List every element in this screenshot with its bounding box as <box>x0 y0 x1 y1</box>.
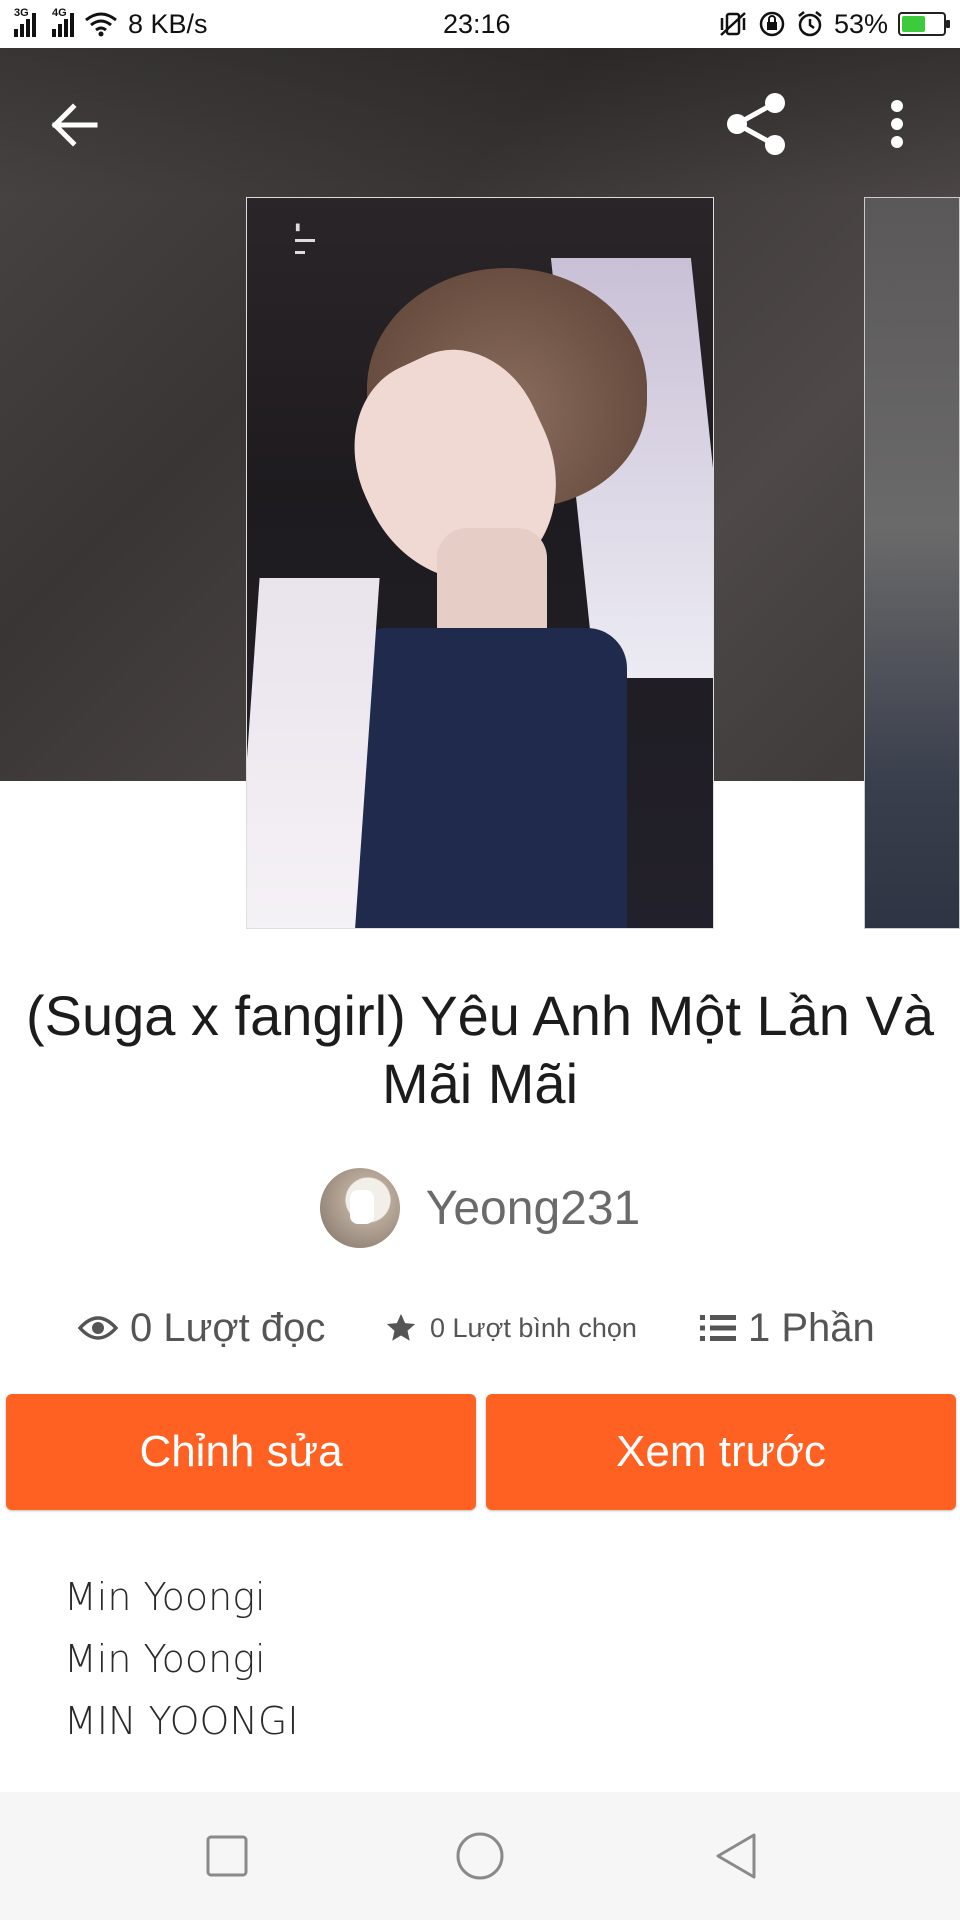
wifi-icon <box>85 12 117 37</box>
share-icon <box>727 93 785 155</box>
square-icon <box>206 1835 248 1877</box>
rotation-lock-icon <box>759 11 785 37</box>
book-cover-image[interactable]: ▮ ▬▬ ▬ <box>246 197 714 929</box>
battery-percent: 53% <box>833 8 888 39</box>
votes-count: 0 Lượt bình chọn <box>430 1312 637 1343</box>
recent-apps-button[interactable] <box>191 1820 263 1892</box>
status-bar: 3G 4G 8 KB/s 23:16 53% <box>0 0 960 48</box>
eye-icon <box>78 1316 118 1340</box>
back-button[interactable] <box>44 95 104 155</box>
network-speed: 8 KB/s <box>128 8 208 39</box>
parts-count: 1 Phần <box>748 1305 875 1350</box>
story-stats: 0 Lượt đọc 0 Lượt bình chọn 1 Phần <box>0 1300 960 1356</box>
arrow-left-icon <box>51 103 98 147</box>
alarm-icon <box>798 11 822 37</box>
home-button[interactable] <box>444 1820 516 1892</box>
description-line: Min Yoongi <box>64 1637 266 1681</box>
triangle-back-icon <box>716 1833 756 1879</box>
vibrate-mute-icon <box>720 12 746 36</box>
star-icon <box>386 1313 416 1341</box>
cell-signal-4g-icon: 4G <box>52 7 74 37</box>
preview-button[interactable]: Xem trước <box>486 1394 956 1510</box>
circle-icon <box>456 1832 504 1880</box>
author-name[interactable]: Yeong231 <box>426 1181 640 1236</box>
share-button[interactable] <box>720 88 792 160</box>
votes-stat: 0 Lượt bình chọn <box>384 1300 637 1356</box>
next-book-cover-image[interactable] <box>864 197 960 929</box>
network-type-label: 4G <box>52 7 67 19</box>
author-row[interactable]: Yeong231 <box>0 1168 960 1248</box>
author-avatar[interactable] <box>319 1168 400 1248</box>
network-type-label: 3G <box>14 7 29 19</box>
more-options-button[interactable] <box>872 88 922 160</box>
battery-icon <box>898 12 950 36</box>
story-title: (Suga x fangirl) Yêu Anh Một Lần Và Mãi … <box>26 984 934 1115</box>
story-description: Min Yoongi Min Yoongi MIN YOONGI ... <box>64 1566 904 1814</box>
description-line: Min Yoongi <box>64 1575 266 1619</box>
cover-logo-mark: ▮ ▬▬ ▬ <box>295 222 315 257</box>
cell-signal-3g-icon: 3G <box>14 7 36 37</box>
clock: 23:16 <box>443 8 511 39</box>
list-icon <box>700 1315 736 1341</box>
edit-button[interactable]: Chỉnh sửa <box>6 1394 476 1510</box>
more-vertical-icon <box>891 100 903 148</box>
system-back-button[interactable] <box>700 1820 772 1892</box>
description-line: MIN YOONGI <box>64 1699 299 1743</box>
system-navigation-bar <box>0 1792 960 1920</box>
reads-count: 0 Lượt đọc <box>130 1305 326 1350</box>
parts-stat: 1 Phần <box>700 1300 875 1356</box>
reads-stat: 0 Lượt đọc <box>78 1300 325 1356</box>
